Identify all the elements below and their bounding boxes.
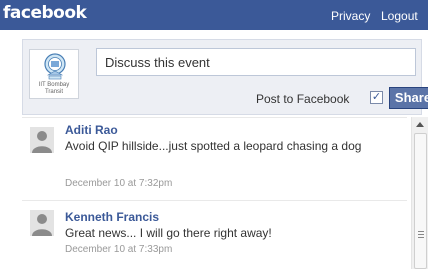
privacy-link[interactable]: Privacy bbox=[331, 9, 370, 23]
default-user-icon bbox=[30, 210, 54, 236]
emblem-icon bbox=[44, 53, 66, 80]
post-author[interactable]: Aditi Rao bbox=[65, 123, 118, 137]
share-button[interactable]: Share bbox=[389, 87, 428, 109]
comment-feed: Aditi Rao Avoid QIP hillside...just spot… bbox=[22, 117, 407, 269]
feed-scrollbar[interactable] bbox=[411, 117, 428, 269]
post-timestamp: December 10 at 7:32pm bbox=[65, 178, 173, 189]
comment-composer: IIT Bombay Transit Discuss this event Po… bbox=[22, 39, 428, 115]
logo-caption-line-2: Transit bbox=[44, 89, 64, 95]
list-item: Aditi Rao Avoid QIP hillside...just spot… bbox=[22, 118, 407, 200]
facebook-logo[interactable]: facebook bbox=[3, 3, 87, 23]
default-user-icon bbox=[30, 127, 54, 153]
checkmark-icon: ✓ bbox=[371, 91, 382, 103]
post-author[interactable]: Kenneth Francis bbox=[65, 210, 159, 224]
facebook-header: facebook Privacy Logout bbox=[0, 0, 428, 30]
post-to-facebook-label: Post to Facebook bbox=[256, 92, 350, 106]
post-to-facebook-checkbox[interactable]: ✓ bbox=[370, 91, 383, 104]
logout-link[interactable]: Logout bbox=[381, 9, 418, 23]
grip-icon bbox=[418, 231, 424, 238]
avatar[interactable] bbox=[30, 210, 54, 236]
post-timestamp: December 10 at 7:33pm bbox=[65, 244, 173, 255]
iit-bombay-transit-logo: IIT Bombay Transit bbox=[29, 49, 79, 99]
post-message: Great news... I will go there right away… bbox=[65, 226, 272, 240]
logo-caption: IIT Bombay Transit bbox=[30, 82, 78, 96]
post-message: Avoid QIP hillside...just spotted a leop… bbox=[65, 139, 362, 153]
list-item: Kenneth Francis Great news... I will go … bbox=[22, 200, 407, 269]
scrollbar-thumb[interactable] bbox=[414, 133, 427, 269]
logo-caption-line-1: IIT Bombay bbox=[38, 82, 70, 88]
scroll-up-arrow-icon[interactable] bbox=[416, 122, 424, 127]
discuss-input[interactable]: Discuss this event bbox=[96, 48, 416, 76]
avatar[interactable] bbox=[30, 127, 54, 153]
